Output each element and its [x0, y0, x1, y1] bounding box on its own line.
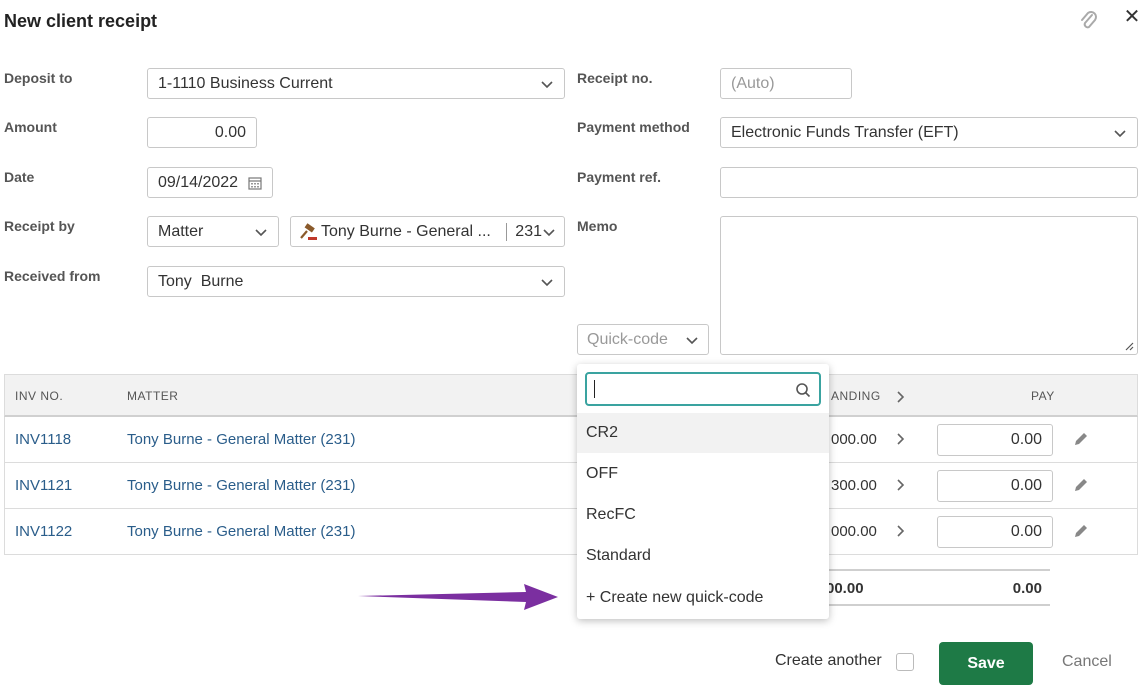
col-inv-no[interactable]: INV NO.: [15, 389, 63, 403]
col-pay[interactable]: PAY: [1031, 389, 1055, 403]
receipt-by-label: Receipt by: [4, 218, 75, 234]
receipt-no-label: Receipt no.: [577, 70, 653, 86]
payment-method-label: Payment method: [577, 119, 690, 135]
quick-code-select[interactable]: Quick-code: [577, 324, 709, 355]
chevron-right-icon[interactable]: [893, 524, 907, 538]
chevron-right-icon[interactable]: [893, 478, 907, 492]
payment-ref-input[interactable]: [720, 167, 1138, 198]
receipt-no-placeholder: (Auto): [731, 74, 775, 92]
deposit-to-label: Deposit to: [4, 70, 73, 86]
create-another-label: Create another: [775, 652, 882, 669]
chevron-down-icon: [541, 278, 553, 286]
chevron-right-icon[interactable]: [893, 390, 907, 404]
pay-input[interactable]: 0.00: [937, 516, 1053, 548]
table-row: INV1121 Tony Burne - General Matter (231…: [4, 463, 1138, 509]
divider: [506, 222, 508, 241]
matter-code: 231: [515, 222, 542, 240]
received-from-select[interactable]: Tony Burne: [147, 266, 565, 297]
paperclip-icon[interactable]: [1076, 8, 1102, 34]
pencil-icon[interactable]: [1073, 431, 1089, 447]
amount-input[interactable]: 0.00: [147, 117, 257, 148]
date-value: 09/14/2022: [158, 173, 239, 191]
matter-link[interactable]: Tony Burne - General Matter (231): [127, 477, 355, 494]
date-label: Date: [4, 169, 35, 185]
deposit-to-select[interactable]: 1-1110 Business Current: [147, 68, 565, 99]
cancel-button[interactable]: Cancel: [1062, 653, 1112, 671]
inv-no-link[interactable]: INV1118: [15, 431, 71, 448]
date-input[interactable]: 09/14/2022: [147, 167, 273, 198]
search-icon: [796, 383, 811, 398]
calendar-icon[interactable]: [248, 176, 262, 190]
matter-value: Tony Burne - General ...: [321, 222, 491, 240]
receipt-by-type-value: Matter: [158, 222, 204, 240]
table-row: INV1118 Tony Burne - General Matter (231…: [4, 417, 1138, 463]
memo-textarea[interactable]: [720, 216, 1138, 355]
text-caret: [594, 380, 595, 398]
pay-input[interactable]: 0.00: [937, 470, 1053, 502]
amount-label: Amount: [4, 119, 57, 135]
gavel-icon: [300, 222, 317, 240]
chevron-down-icon: [255, 228, 267, 236]
quick-code-option[interactable]: CR2: [577, 413, 829, 453]
create-another-checkbox[interactable]: [896, 653, 914, 671]
inv-no-link[interactable]: INV1122: [15, 523, 72, 540]
close-icon[interactable]: ✕: [1121, 5, 1143, 28]
chevron-down-icon: [541, 80, 553, 88]
payment-method-value: Electronic Funds Transfer (EFT): [731, 123, 959, 141]
col-outstanding[interactable]: ANDING: [831, 389, 881, 403]
pencil-icon[interactable]: [1073, 523, 1089, 539]
matter-select[interactable]: Tony Burne - General ... 231: [290, 216, 565, 247]
outstanding-value: 000.00: [831, 431, 877, 448]
receipt-by-type-select[interactable]: Matter: [147, 216, 279, 247]
receipt-no-input[interactable]: (Auto): [720, 68, 852, 99]
amount-value: 0.00: [214, 123, 246, 141]
outstanding-value: 300.00: [831, 477, 877, 494]
table-header: INV NO. MATTER ANDING PAY: [4, 374, 1138, 417]
chevron-down-icon: [543, 228, 555, 236]
deposit-to-value: 1-1110 Business Current: [158, 74, 333, 92]
quick-code-option[interactable]: Standard: [577, 536, 829, 576]
received-from-value: Tony Burne: [158, 272, 244, 290]
create-quick-code-option[interactable]: + Create new quick-code: [577, 578, 829, 618]
inv-no-link[interactable]: INV1121: [15, 477, 72, 494]
payment-ref-label: Payment ref.: [577, 169, 662, 185]
table-row: INV1122 Tony Burne - General Matter (231…: [4, 509, 1138, 555]
quick-code-placeholder: Quick-code: [587, 330, 668, 348]
totals-row: 00.00 0.00: [822, 569, 1050, 606]
chevron-down-icon: [686, 336, 698, 344]
matter-link[interactable]: Tony Burne - General Matter (231): [127, 431, 355, 448]
quick-code-search-input[interactable]: [585, 372, 821, 406]
col-matter[interactable]: MATTER: [127, 389, 178, 403]
quick-code-dropdown: CR2 OFF RecFC Standard + Create new quic…: [577, 364, 829, 619]
pay-input[interactable]: 0.00: [937, 424, 1053, 456]
pencil-icon[interactable]: [1073, 477, 1089, 493]
dialog-title: New client receipt: [4, 11, 158, 31]
chevron-right-icon[interactable]: [893, 432, 907, 446]
quick-code-option[interactable]: RecFC: [577, 495, 829, 535]
chevron-down-icon: [1114, 129, 1126, 137]
total-outstanding: 00.00: [826, 580, 864, 597]
annotation-arrow: [358, 584, 558, 610]
outstanding-value: 000.00: [831, 523, 877, 540]
save-button[interactable]: Save: [939, 642, 1033, 685]
memo-label: Memo: [577, 218, 618, 234]
total-pay: 0.00: [1012, 580, 1042, 597]
invoice-table: INV NO. MATTER ANDING PAY INV1118 Tony B…: [4, 374, 1138, 555]
payment-method-select[interactable]: Electronic Funds Transfer (EFT): [720, 117, 1138, 148]
matter-link[interactable]: Tony Burne - General Matter (231): [127, 523, 355, 540]
quick-code-option[interactable]: OFF: [577, 454, 829, 494]
resize-handle-icon[interactable]: [1124, 341, 1134, 351]
received-from-label: Received from: [4, 268, 101, 284]
